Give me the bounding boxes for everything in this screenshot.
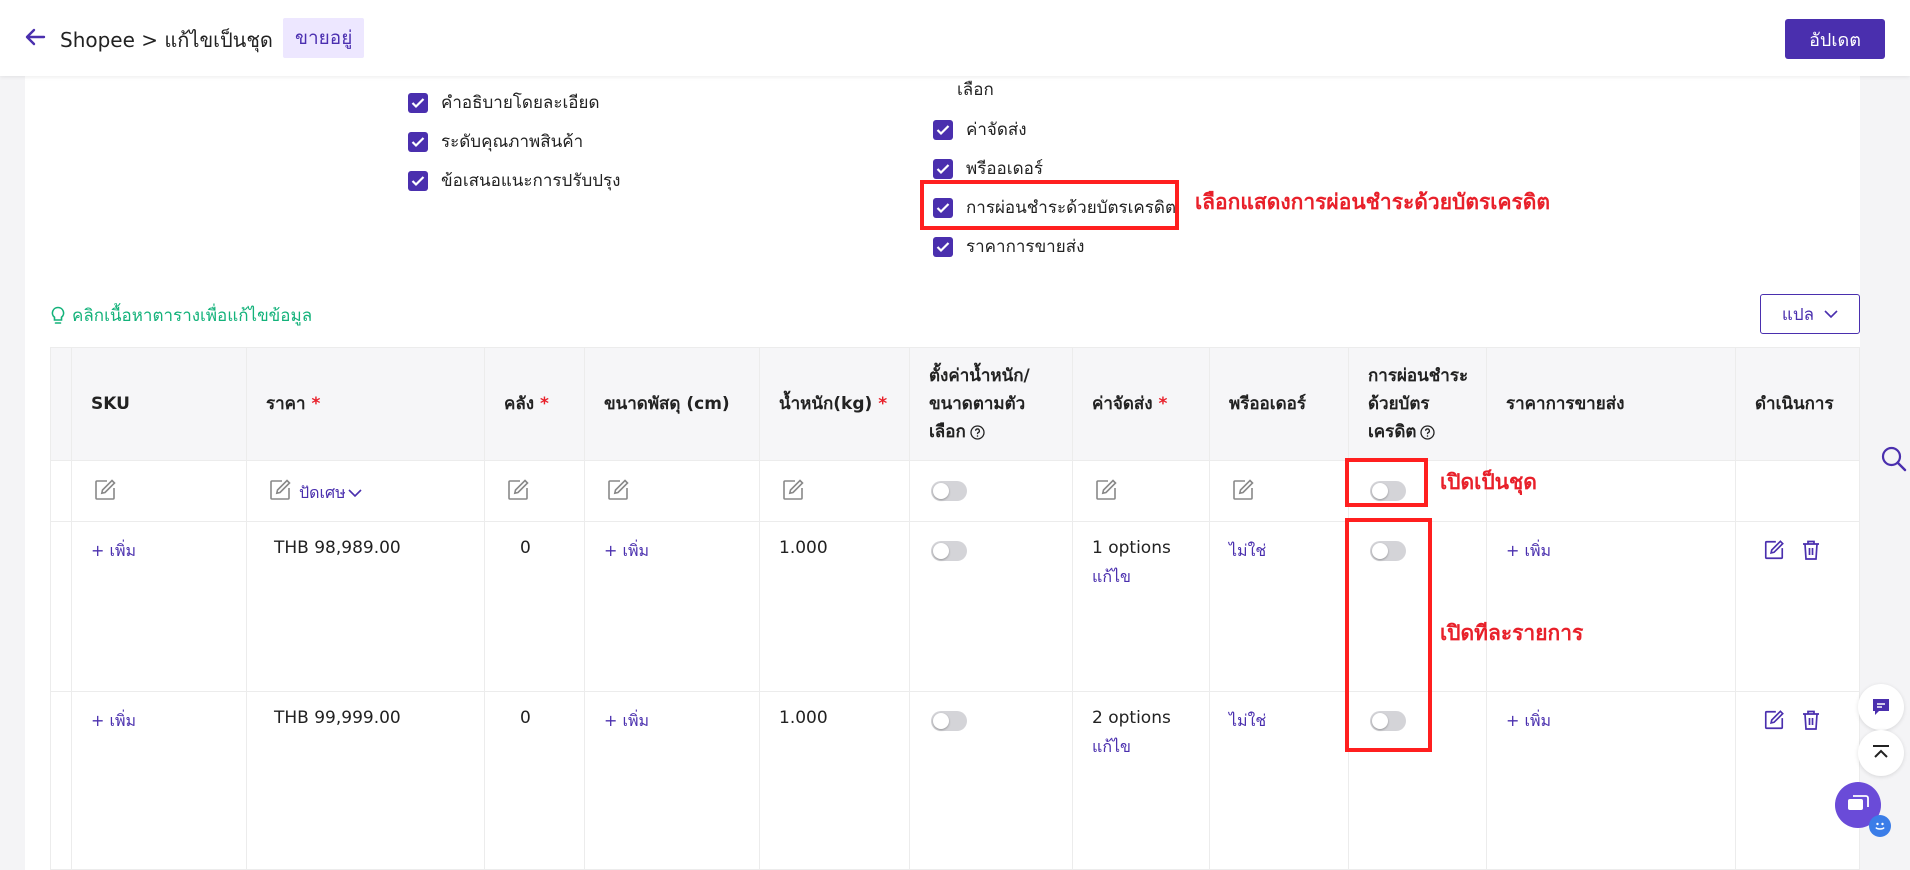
header-weight: น้ำหนัก(kg) * [779, 394, 888, 414]
row2-edit-icon[interactable] [1763, 709, 1785, 731]
header-preorder: พรีออเดอร์ [1229, 394, 1306, 414]
row2-sku-add-link[interactable]: + เพิ่ม [91, 709, 136, 734]
smile-emoji-icon [1869, 815, 1891, 837]
chevron-down-icon [1824, 309, 1838, 318]
row2-price[interactable]: THB 99,999.00 [274, 708, 401, 728]
annotation-box-row-toggles [1345, 518, 1432, 752]
header-price: ราคา * [266, 394, 321, 414]
header-sku: SKU [91, 394, 130, 414]
row1-shipping-edit-link[interactable]: แก้ไข [1092, 565, 1131, 590]
chevron-down-icon [348, 489, 362, 498]
row1-weight[interactable]: 1.000 [779, 538, 828, 558]
annotation-box-installment-option [920, 180, 1179, 230]
row1-sku-add-link[interactable]: + เพิ่ม [91, 539, 136, 564]
checkbox-checked-icon[interactable] [933, 236, 953, 257]
row1-preorder[interactable]: ไม่ใช่ [1229, 539, 1266, 564]
row2-preorder[interactable]: ไม่ใช่ [1229, 709, 1266, 734]
row2-variant-weight-toggle[interactable] [931, 711, 967, 731]
row1-variant-weight-toggle[interactable] [931, 541, 967, 561]
row2-shipping: 2 options [1092, 708, 1171, 728]
row1-stock[interactable]: 0 [520, 538, 531, 558]
rounding-dropdown[interactable]: ปัดเศษ [299, 481, 362, 506]
checkbox-improvement-suggestions[interactable]: ข้อเสนอแนะการปรับปรุง [408, 167, 620, 194]
header-actions: ดำเนินการ [1755, 394, 1834, 414]
header-wholesale: ราคาการขายส่ง [1506, 394, 1625, 414]
row2-package-add-link[interactable]: + เพิ่ม [604, 709, 649, 734]
translate-button[interactable]: แปล [1760, 294, 1860, 334]
batch-edit-price-icon[interactable] [268, 478, 292, 502]
annotation-batch-open: เปิดเป็นชุด [1440, 469, 1537, 494]
checkbox-preorder[interactable]: พรีออเดอร์ [933, 155, 1043, 182]
checkbox-detailed-description[interactable]: คำอธิบายโดยละเอียด [408, 89, 600, 116]
row2-stock[interactable]: 0 [520, 708, 531, 728]
row2-trash-icon[interactable] [1801, 709, 1821, 731]
batch-edit-shipping-icon[interactable] [1094, 478, 1118, 502]
batch-edit-sku-icon[interactable] [93, 478, 117, 502]
breadcrumb: Shopee > แก้ไขเป็นชุด [60, 28, 273, 52]
scroll-top-float-button[interactable] [1858, 730, 1904, 776]
row2-weight[interactable]: 1.000 [779, 708, 828, 728]
checkbox-shipping-fee[interactable]: ค่าจัดส่ง [933, 116, 1027, 143]
top-bar: Shopee > แก้ไขเป็นชุด ขายอยู่ อัปเดต [0, 0, 1910, 76]
message-float-button[interactable] [1858, 684, 1904, 730]
row1-package-add-link[interactable]: + เพิ่ม [604, 539, 649, 564]
header-stock: คลัง * [504, 394, 549, 414]
batch-edit-weight-icon[interactable] [781, 478, 805, 502]
scroll-to-top-icon [1873, 745, 1889, 758]
checkbox-checked-icon[interactable] [408, 92, 428, 113]
batch-edit-preorder-icon[interactable] [1231, 478, 1255, 502]
help-icon[interactable] [1420, 424, 1436, 440]
checkbox-checked-icon[interactable] [408, 131, 428, 152]
search-icon[interactable] [1880, 445, 1908, 473]
header-package-size: ขนาดพัสดุ (cm) [604, 394, 730, 414]
row2-shipping-edit-link[interactable]: แก้ไข [1092, 735, 1131, 760]
checkbox-quality-level[interactable]: ระดับคุณภาพสินค้า [408, 128, 583, 155]
header-variant-weight: ตั้งค่าน้ำหนัก/ ขนาดตามตัว เลือก [929, 366, 1030, 442]
optional-section-header: เลือก [957, 80, 994, 100]
annotation-per-item-open: เปิดทีละรายการ [1440, 620, 1584, 645]
message-icon [1873, 699, 1889, 715]
lightbulb-icon [51, 306, 65, 324]
annotation-installment-select: เลือกแสดงการผ่อนชำระด้วยบัตรเครดิต [1195, 189, 1551, 214]
batch-variant-weight-toggle[interactable] [931, 481, 967, 501]
checkbox-wholesale-price[interactable]: ราคาการขายส่ง [933, 233, 1084, 260]
edit-hint: คลิกเนื้อหาตารางเพื่อแก้ไขข้อมูล [50, 302, 312, 329]
checkbox-checked-icon[interactable] [933, 119, 953, 140]
row2-wholesale-add-link[interactable]: + เพิ่ม [1506, 709, 1551, 734]
help-icon[interactable] [970, 424, 985, 440]
checkbox-checked-icon[interactable] [933, 158, 953, 179]
row1-edit-icon[interactable] [1763, 539, 1785, 561]
header-shipping: ค่าจัดส่ง * [1092, 394, 1168, 414]
batch-edit-stock-icon[interactable] [506, 478, 530, 502]
header-installment: การผ่อนชำระ ด้วยบัตร เครดิต [1368, 366, 1469, 442]
row1-trash-icon[interactable] [1801, 539, 1821, 561]
back-arrow-icon[interactable] [24, 26, 46, 48]
status-badge: ขายอยู่ [283, 18, 365, 58]
checkbox-checked-icon[interactable] [408, 170, 428, 191]
annotation-box-batch-toggle [1345, 458, 1428, 507]
product-table: SKU ราคา * คลัง * ขนาดพัสดุ (cm) น้ำหนัก… [50, 347, 1860, 870]
update-button[interactable]: อัปเดต [1785, 19, 1885, 59]
row1-price[interactable]: THB 98,989.00 [274, 538, 401, 558]
row1-shipping: 1 options [1092, 538, 1171, 558]
chat-icon [1848, 795, 1869, 810]
row1-wholesale-add-link[interactable]: + เพิ่ม [1506, 539, 1551, 564]
batch-edit-package-icon[interactable] [606, 478, 630, 502]
